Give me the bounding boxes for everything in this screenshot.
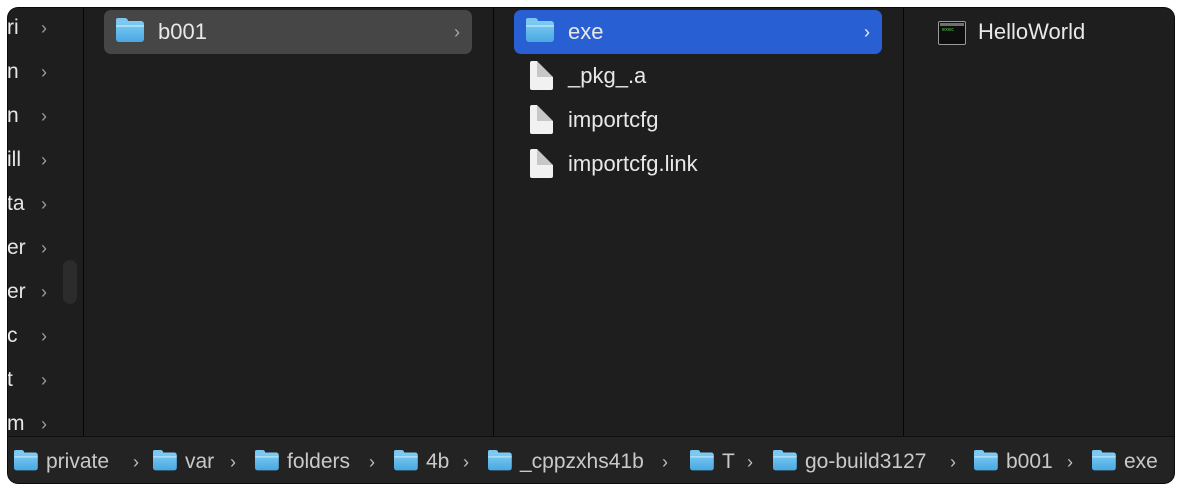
list-item[interactable]: n › [8, 57, 83, 87]
chevron-right-icon: › [41, 194, 47, 214]
crumb-label: 4b [426, 450, 450, 473]
crumb-label: var [185, 450, 215, 473]
item-label: er [8, 280, 26, 303]
path-bar: private › var › folders › 4b › _cppzxhs4… [8, 436, 1174, 483]
folder-icon [974, 450, 998, 471]
item-label: c [8, 324, 18, 347]
chevron-right-icon: › [133, 452, 139, 472]
chevron-right-icon: › [41, 18, 47, 38]
item-label: _pkg_.a [568, 63, 647, 88]
item-label: ta [8, 192, 25, 215]
folder-icon [255, 450, 279, 471]
list-item[interactable]: ill › [8, 145, 83, 175]
crumb-label: go-build3127 [805, 450, 927, 473]
item-label: importcfg.link [568, 151, 698, 176]
scrollbar-thumb[interactable] [63, 260, 77, 304]
list-item-exe[interactable]: exe › [514, 10, 882, 54]
list-item[interactable]: m › [8, 409, 83, 439]
chevron-right-icon: › [41, 150, 47, 170]
item-label: HelloWorld [978, 19, 1086, 44]
list-item-pkg-a[interactable]: _pkg_.a [514, 54, 882, 98]
item-label: n [8, 104, 19, 127]
chevron-right-icon: › [41, 370, 47, 390]
list-item-helloworld[interactable]: exec HelloWorld [924, 10, 1154, 54]
folder-icon [14, 450, 38, 471]
folder-icon [394, 450, 418, 471]
item-label: m [8, 412, 25, 435]
chevron-right-icon: › [41, 282, 47, 302]
chevron-right-icon: › [454, 22, 460, 42]
folder-icon [690, 450, 714, 471]
item-label: importcfg [568, 107, 659, 132]
list-item[interactable]: er › [8, 233, 83, 263]
chevron-right-icon: › [1067, 452, 1073, 472]
list-item-b001[interactable]: b001 › [104, 10, 472, 54]
item-label: n [8, 60, 19, 83]
folder-icon [773, 450, 797, 471]
list-item[interactable]: c › [8, 321, 83, 351]
list-item[interactable]: ri › [8, 13, 83, 43]
crumb-label: T [722, 450, 735, 473]
crumb-label: folders [287, 450, 351, 473]
finder-window: ri › n › n › ill › ta › er › er › c › t › m › b001… [8, 8, 1174, 483]
chevron-right-icon: › [662, 452, 668, 472]
chevron-right-icon: › [41, 62, 47, 82]
folder-icon [1092, 450, 1116, 471]
crumb-label: b001 [1006, 450, 1053, 473]
chevron-right-icon: › [41, 238, 47, 258]
item-label: t [8, 368, 13, 391]
list-item-importcfg-link[interactable]: importcfg.link [514, 142, 882, 186]
column-b001[interactable]: exe › _pkg_.a importcfg importcfg.link [494, 8, 903, 436]
item-label: er [8, 236, 26, 259]
chevron-right-icon: › [747, 452, 753, 472]
folder-icon [488, 450, 512, 471]
column-exe[interactable]: exec HelloWorld [904, 8, 1174, 436]
list-item[interactable]: ta › [8, 189, 83, 219]
chevron-right-icon: › [864, 22, 870, 42]
list-item[interactable]: t › [8, 365, 83, 395]
column-browser: ri › n › n › ill › ta › er › er › c › t › m › b001… [8, 8, 1174, 436]
folder-icon [153, 450, 177, 471]
crumb-label: exe [1124, 450, 1158, 473]
chevron-right-icon: › [950, 452, 956, 472]
chevron-right-icon: › [369, 452, 375, 472]
column-parent[interactable]: ri › n › n › ill › ta › er › er › c › t › m › [8, 8, 83, 436]
chevron-right-icon: › [463, 452, 469, 472]
item-label: b001 [158, 19, 207, 44]
item-label: ill [8, 148, 21, 171]
column-b001-parent[interactable]: b001 › [84, 8, 493, 436]
item-label: exe [568, 19, 604, 44]
chevron-right-icon: › [41, 326, 47, 346]
item-label: ri [8, 16, 19, 39]
crumb-label: private [46, 450, 110, 473]
chevron-right-icon: › [41, 414, 47, 434]
chevron-right-icon: › [41, 106, 47, 126]
list-item-importcfg[interactable]: importcfg [514, 98, 882, 142]
list-item[interactable]: n › [8, 101, 83, 131]
chevron-right-icon: › [230, 452, 236, 472]
crumb-label: _cppzxhs41b [520, 450, 644, 473]
